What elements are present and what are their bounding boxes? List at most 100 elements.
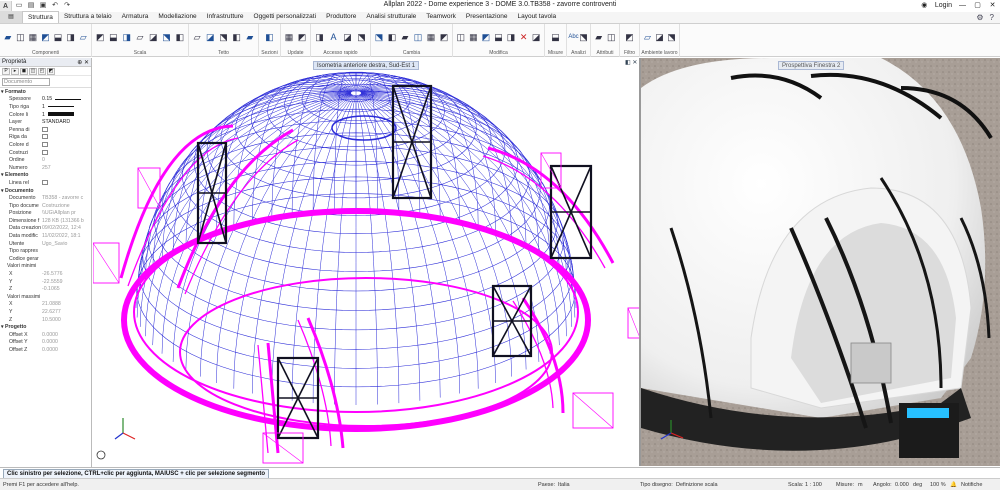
property-value[interactable]: 257 [42, 165, 90, 171]
property-value[interactable]: 0.0000 [42, 347, 90, 353]
viewport2-label[interactable]: Prospettiva Finestra 2 [778, 61, 845, 70]
status-misure[interactable]: m [858, 479, 863, 490]
property-section[interactable]: ▾ Elemento [0, 171, 91, 180]
ribbon-tool-icon[interactable]: ▦ [427, 30, 436, 44]
undo-icon[interactable]: ↶ [50, 1, 60, 11]
ribbon-tool-icon[interactable]: ⬔ [357, 30, 366, 44]
ribbon-tool-icon[interactable]: ◫ [456, 30, 466, 44]
ribbon-tool-icon[interactable]: Abc [568, 30, 578, 44]
ribbon-tool-icon[interactable]: ▰ [401, 30, 410, 44]
tab-3[interactable]: Modellazione [153, 11, 201, 23]
ribbon-tool-icon[interactable]: ▰ [3, 30, 12, 44]
ribbon-tool-icon[interactable]: ◧ [175, 30, 185, 44]
property-value[interactable]: 09/02/2022, 12:4 [42, 225, 90, 231]
ribbon-tool-icon[interactable]: ⬓ [494, 30, 503, 44]
viewport-isometric[interactable] [93, 58, 639, 466]
checkbox[interactable] [42, 149, 48, 155]
palette-tool-2[interactable]: ▸ [11, 68, 19, 75]
property-value[interactable]: 0.0000 [42, 332, 90, 338]
status-tipo[interactable]: Definizione scala [676, 479, 718, 490]
maximize-button[interactable]: ▢ [970, 0, 985, 12]
property-value[interactable]: 0.0000 [42, 339, 90, 345]
ribbon-tool-icon[interactable]: ◧ [232, 30, 241, 44]
ribbon-tool-icon[interactable]: ▱ [193, 30, 202, 44]
new-icon[interactable]: ▭ [14, 1, 24, 11]
viewport1-label[interactable]: Isometria anteriore destra, Sud-Est 1 [313, 61, 420, 70]
property-value[interactable]: 22.6277 [42, 309, 90, 315]
ribbon-tool-icon[interactable]: ◩ [298, 30, 307, 44]
property-value[interactable]: STANDARD [42, 119, 90, 125]
property-value[interactable]: -0.1065 [42, 286, 90, 292]
tab-0[interactable]: Struttura [22, 11, 59, 23]
close-button[interactable]: ✕ [985, 0, 1000, 12]
status-notifiche[interactable]: Notifiche [961, 479, 982, 490]
property-value[interactable]: -26.5776 [42, 271, 90, 277]
ribbon-tool-icon[interactable]: A [329, 30, 338, 44]
checkbox[interactable] [42, 134, 48, 140]
ribbon-tool-icon[interactable]: ▦ [285, 30, 294, 44]
ribbon-tool-icon[interactable]: ◩ [96, 30, 105, 44]
ribbon-tool-icon[interactable]: ▱ [79, 30, 88, 44]
ribbon-tool-icon[interactable]: ◪ [206, 30, 215, 44]
ribbon-tool-icon[interactable]: ◩ [625, 30, 634, 44]
ribbon-tool-icon[interactable]: ⬔ [667, 30, 676, 44]
property-section[interactable]: ▾ Documento [0, 186, 91, 195]
property-value[interactable]: TB358 - zavorre c [42, 195, 90, 201]
save-icon[interactable]: ▣ [38, 1, 48, 11]
redo-icon[interactable]: ↷ [62, 1, 72, 11]
checkbox[interactable] [42, 142, 48, 148]
ribbon-tool-icon[interactable]: ◪ [343, 30, 352, 44]
property-value[interactable] [42, 180, 90, 186]
property-value[interactable]: 10.5000 [42, 317, 90, 323]
bell-icon[interactable]: 🔔 [950, 479, 957, 490]
ribbon-tool-icon[interactable]: ▦ [469, 30, 478, 44]
ribbon-tool-icon[interactable]: ⬔ [162, 30, 171, 44]
ribbon-tool-icon[interactable]: ◪ [532, 30, 541, 44]
ribbon-tool-icon[interactable]: ◩ [41, 30, 50, 44]
palette-filter-dropdown[interactable]: Documento [2, 77, 50, 86]
help-icon[interactable]: ? [990, 13, 994, 22]
property-value[interactable] [42, 134, 90, 140]
property-value[interactable]: 0.15 [42, 96, 90, 102]
property-value[interactable]: \\UG\Allplan pr [42, 210, 90, 216]
palette-tool-3[interactable]: ◼ [20, 68, 28, 75]
property-value[interactable]: Ugo_Savio [42, 241, 90, 247]
tab-2[interactable]: Armatura [117, 11, 154, 23]
viewport-perspective[interactable] [641, 58, 1000, 466]
status-angolo[interactable]: 0.000 [895, 479, 909, 490]
palette-tool-4[interactable]: ◫ [29, 68, 37, 75]
ribbon-tool-icon[interactable]: ◫ [607, 30, 616, 44]
property-value[interactable] [42, 142, 90, 148]
login-link[interactable]: Login [932, 0, 955, 12]
property-value[interactable]: 21.0888 [42, 301, 90, 307]
checkbox[interactable] [42, 180, 48, 186]
ribbon-tool-icon[interactable]: ▱ [643, 30, 652, 44]
ribbon-tool-icon[interactable]: ⬔ [579, 30, 588, 44]
ribbon-tool-icon[interactable]: ▱ [135, 30, 144, 44]
ribbon-tool-icon[interactable]: ◫ [414, 30, 423, 44]
ribbon-tool-icon[interactable]: ⬔ [219, 30, 228, 44]
viewport1-controls[interactable]: ◧ ✕ [625, 59, 637, 66]
ribbon-tool-icon[interactable]: ◨ [66, 30, 75, 44]
palette-tool-1[interactable]: P [2, 68, 10, 75]
property-value[interactable] [42, 149, 90, 156]
ribbon-tool-icon[interactable]: ◨ [315, 30, 324, 44]
ribbon-tool-icon[interactable]: ⬓ [54, 30, 63, 44]
tab-10[interactable]: Layout tavola [512, 11, 561, 23]
app-icon[interactable]: A [0, 0, 12, 12]
ribbon-tool-icon[interactable]: ✕ [519, 30, 528, 44]
tab-8[interactable]: Teamwork [421, 11, 461, 23]
tab-4[interactable]: Infrastrutture [202, 11, 249, 23]
ribbon-tool-icon[interactable]: ◨ [122, 30, 131, 44]
property-section[interactable]: ▾ Formato [0, 88, 91, 96]
ribbon-tool-icon[interactable]: ◪ [149, 30, 158, 44]
ribbon-tool-icon[interactable]: ▦ [28, 30, 38, 44]
palette-tool-5[interactable]: ◰ [38, 68, 46, 75]
tab-7[interactable]: Analisi strutturale [361, 11, 421, 23]
ribbon-tool-icon[interactable]: ⬓ [551, 30, 560, 44]
minimize-button[interactable]: — [955, 0, 970, 12]
tab-9[interactable]: Presentazione [461, 11, 513, 23]
property-value[interactable] [42, 126, 90, 133]
tab-6[interactable]: Produttore [321, 11, 361, 23]
ribbon-tool-icon[interactable]: ◪ [655, 30, 664, 44]
